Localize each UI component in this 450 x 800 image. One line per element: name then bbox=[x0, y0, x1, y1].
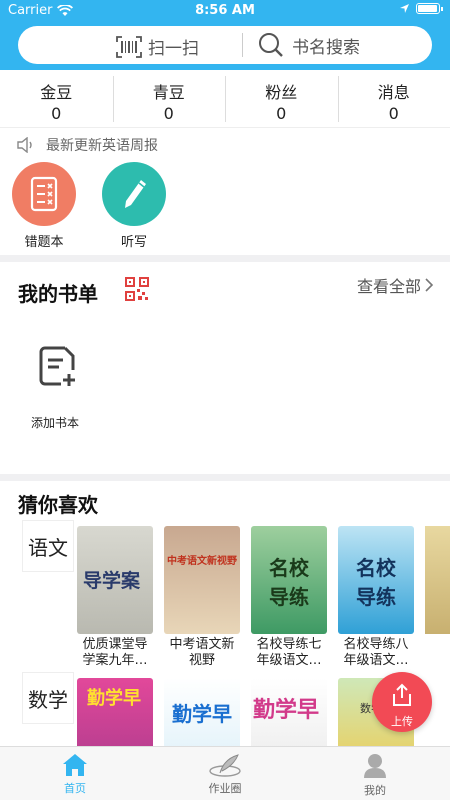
tab-profile[interactable]: 我的 bbox=[300, 747, 450, 800]
cover-text: 中考语文新视野 bbox=[167, 556, 237, 567]
cover-text: 名校导练 bbox=[356, 556, 396, 609]
feather-icon bbox=[209, 754, 241, 777]
cover-text: 名校导练 bbox=[269, 556, 309, 609]
search-label: 书名搜索 bbox=[292, 37, 360, 58]
stat-value: 0 bbox=[51, 104, 62, 123]
notice-bar[interactable]: 最新更新英语周报 bbox=[16, 135, 158, 155]
book-cover: 名校导练 bbox=[338, 526, 414, 634]
add-book-button[interactable]: 添加书本 bbox=[28, 346, 88, 431]
mistake-book-icon bbox=[12, 162, 76, 226]
tab-label: 我的 bbox=[364, 784, 386, 797]
mistake-book-label: 错题本 bbox=[24, 235, 64, 250]
stats-row: 金豆 0 青豆 0 粉丝 0 消息 0 bbox=[0, 70, 450, 128]
stat-value: 0 bbox=[163, 104, 174, 123]
add-book-label: 添加书本 bbox=[30, 416, 79, 430]
stat-messages[interactable]: 消息 0 bbox=[337, 70, 450, 127]
cover-text: 勤学早 bbox=[87, 688, 141, 709]
user-icon bbox=[364, 754, 386, 778]
mistake-book-button[interactable]: 错题本 bbox=[11, 162, 77, 250]
chevron-right-icon bbox=[425, 278, 434, 292]
see-all-link[interactable]: 查看全部 bbox=[357, 273, 434, 297]
booklist-title: 我的书单 bbox=[18, 282, 98, 306]
section-separator bbox=[0, 474, 450, 481]
cover-text: 导学案 bbox=[83, 570, 141, 592]
stat-green-beans[interactable]: 青豆 0 bbox=[112, 70, 226, 127]
search-icon bbox=[259, 33, 283, 57]
book-title: 名校导练七年级语文… bbox=[256, 637, 322, 668]
cover-text: 勤学早 bbox=[172, 702, 232, 726]
tab-label: 作业圈 bbox=[208, 782, 242, 795]
stat-value: 0 bbox=[276, 104, 287, 123]
see-all-label: 查看全部 bbox=[356, 277, 421, 296]
section-separator bbox=[0, 255, 450, 262]
upload-label: 上传 bbox=[391, 715, 413, 728]
scan-button[interactable]: 扫一扫 bbox=[116, 34, 199, 59]
stat-label: 粉丝 bbox=[265, 83, 298, 102]
stat-label: 消息 bbox=[377, 83, 410, 102]
tab-label: 首页 bbox=[64, 782, 86, 795]
book-card[interactable]: 名校导练 名校导练八年级语文… bbox=[338, 526, 414, 669]
dictation-button[interactable]: 听写 bbox=[101, 162, 167, 250]
top-bar: 扫一扫 书名搜索 bbox=[0, 22, 450, 70]
stat-value: 0 bbox=[388, 104, 399, 123]
pencil-icon bbox=[102, 162, 166, 226]
cover-text: 勤学早 bbox=[253, 698, 320, 723]
scan-label: 扫一扫 bbox=[148, 39, 199, 59]
status-right bbox=[399, 3, 443, 14]
book-cover-partial[interactable] bbox=[425, 526, 450, 634]
stat-gold-beans[interactable]: 金豆 0 bbox=[0, 70, 113, 127]
book-title: 优质课堂导学案九年… bbox=[82, 637, 148, 668]
stat-label: 金豆 bbox=[40, 83, 73, 102]
dictation-label: 听写 bbox=[120, 235, 147, 250]
upload-button[interactable]: 上传 bbox=[372, 672, 432, 732]
stat-fans[interactable]: 粉丝 0 bbox=[225, 70, 338, 127]
upload-icon bbox=[393, 683, 411, 706]
category-math[interactable]: 数学 bbox=[22, 672, 74, 724]
book-cover: 名校导练 bbox=[251, 526, 327, 634]
book-card[interactable]: 中考语文新视野 中考语文新视野 bbox=[164, 526, 240, 669]
qr-code-icon[interactable] bbox=[125, 277, 149, 301]
location-arrow-icon bbox=[400, 4, 409, 13]
recommend-title: 猜你喜欢 bbox=[18, 493, 98, 517]
status-bar: Carrier 8:56 AM bbox=[0, 0, 450, 22]
speaker-icon bbox=[17, 137, 32, 153]
book-cover: 中考语文新视野 bbox=[164, 526, 240, 634]
search-bar: 扫一扫 书名搜索 bbox=[18, 26, 432, 64]
tab-homework-circle[interactable]: 作业圈 bbox=[150, 747, 300, 800]
add-document-icon bbox=[39, 346, 75, 386]
battery-icon bbox=[416, 3, 443, 14]
book-search-button[interactable]: 书名搜索 bbox=[258, 32, 360, 58]
notice-text: 最新更新英语周报 bbox=[46, 138, 158, 154]
category-chinese[interactable]: 语文 bbox=[22, 520, 74, 572]
book-title: 中考语文新视野 bbox=[169, 637, 235, 668]
status-time: 8:56 AM bbox=[195, 3, 255, 18]
tab-home[interactable]: 首页 bbox=[0, 747, 150, 800]
home-icon bbox=[63, 754, 87, 776]
book-card[interactable]: 导学案 优质课堂导学案九年… bbox=[77, 526, 153, 669]
stat-label: 青豆 bbox=[152, 83, 185, 102]
search-divider bbox=[242, 33, 243, 57]
tab-bar: 首页 作业圈 我的 bbox=[0, 746, 450, 800]
barcode-scan-icon bbox=[116, 35, 142, 58]
book-title: 名校导练八年级语文… bbox=[343, 637, 409, 668]
book-cover: 导学案 bbox=[77, 526, 153, 634]
book-card[interactable]: 名校导练 名校导练七年级语文… bbox=[251, 526, 327, 669]
